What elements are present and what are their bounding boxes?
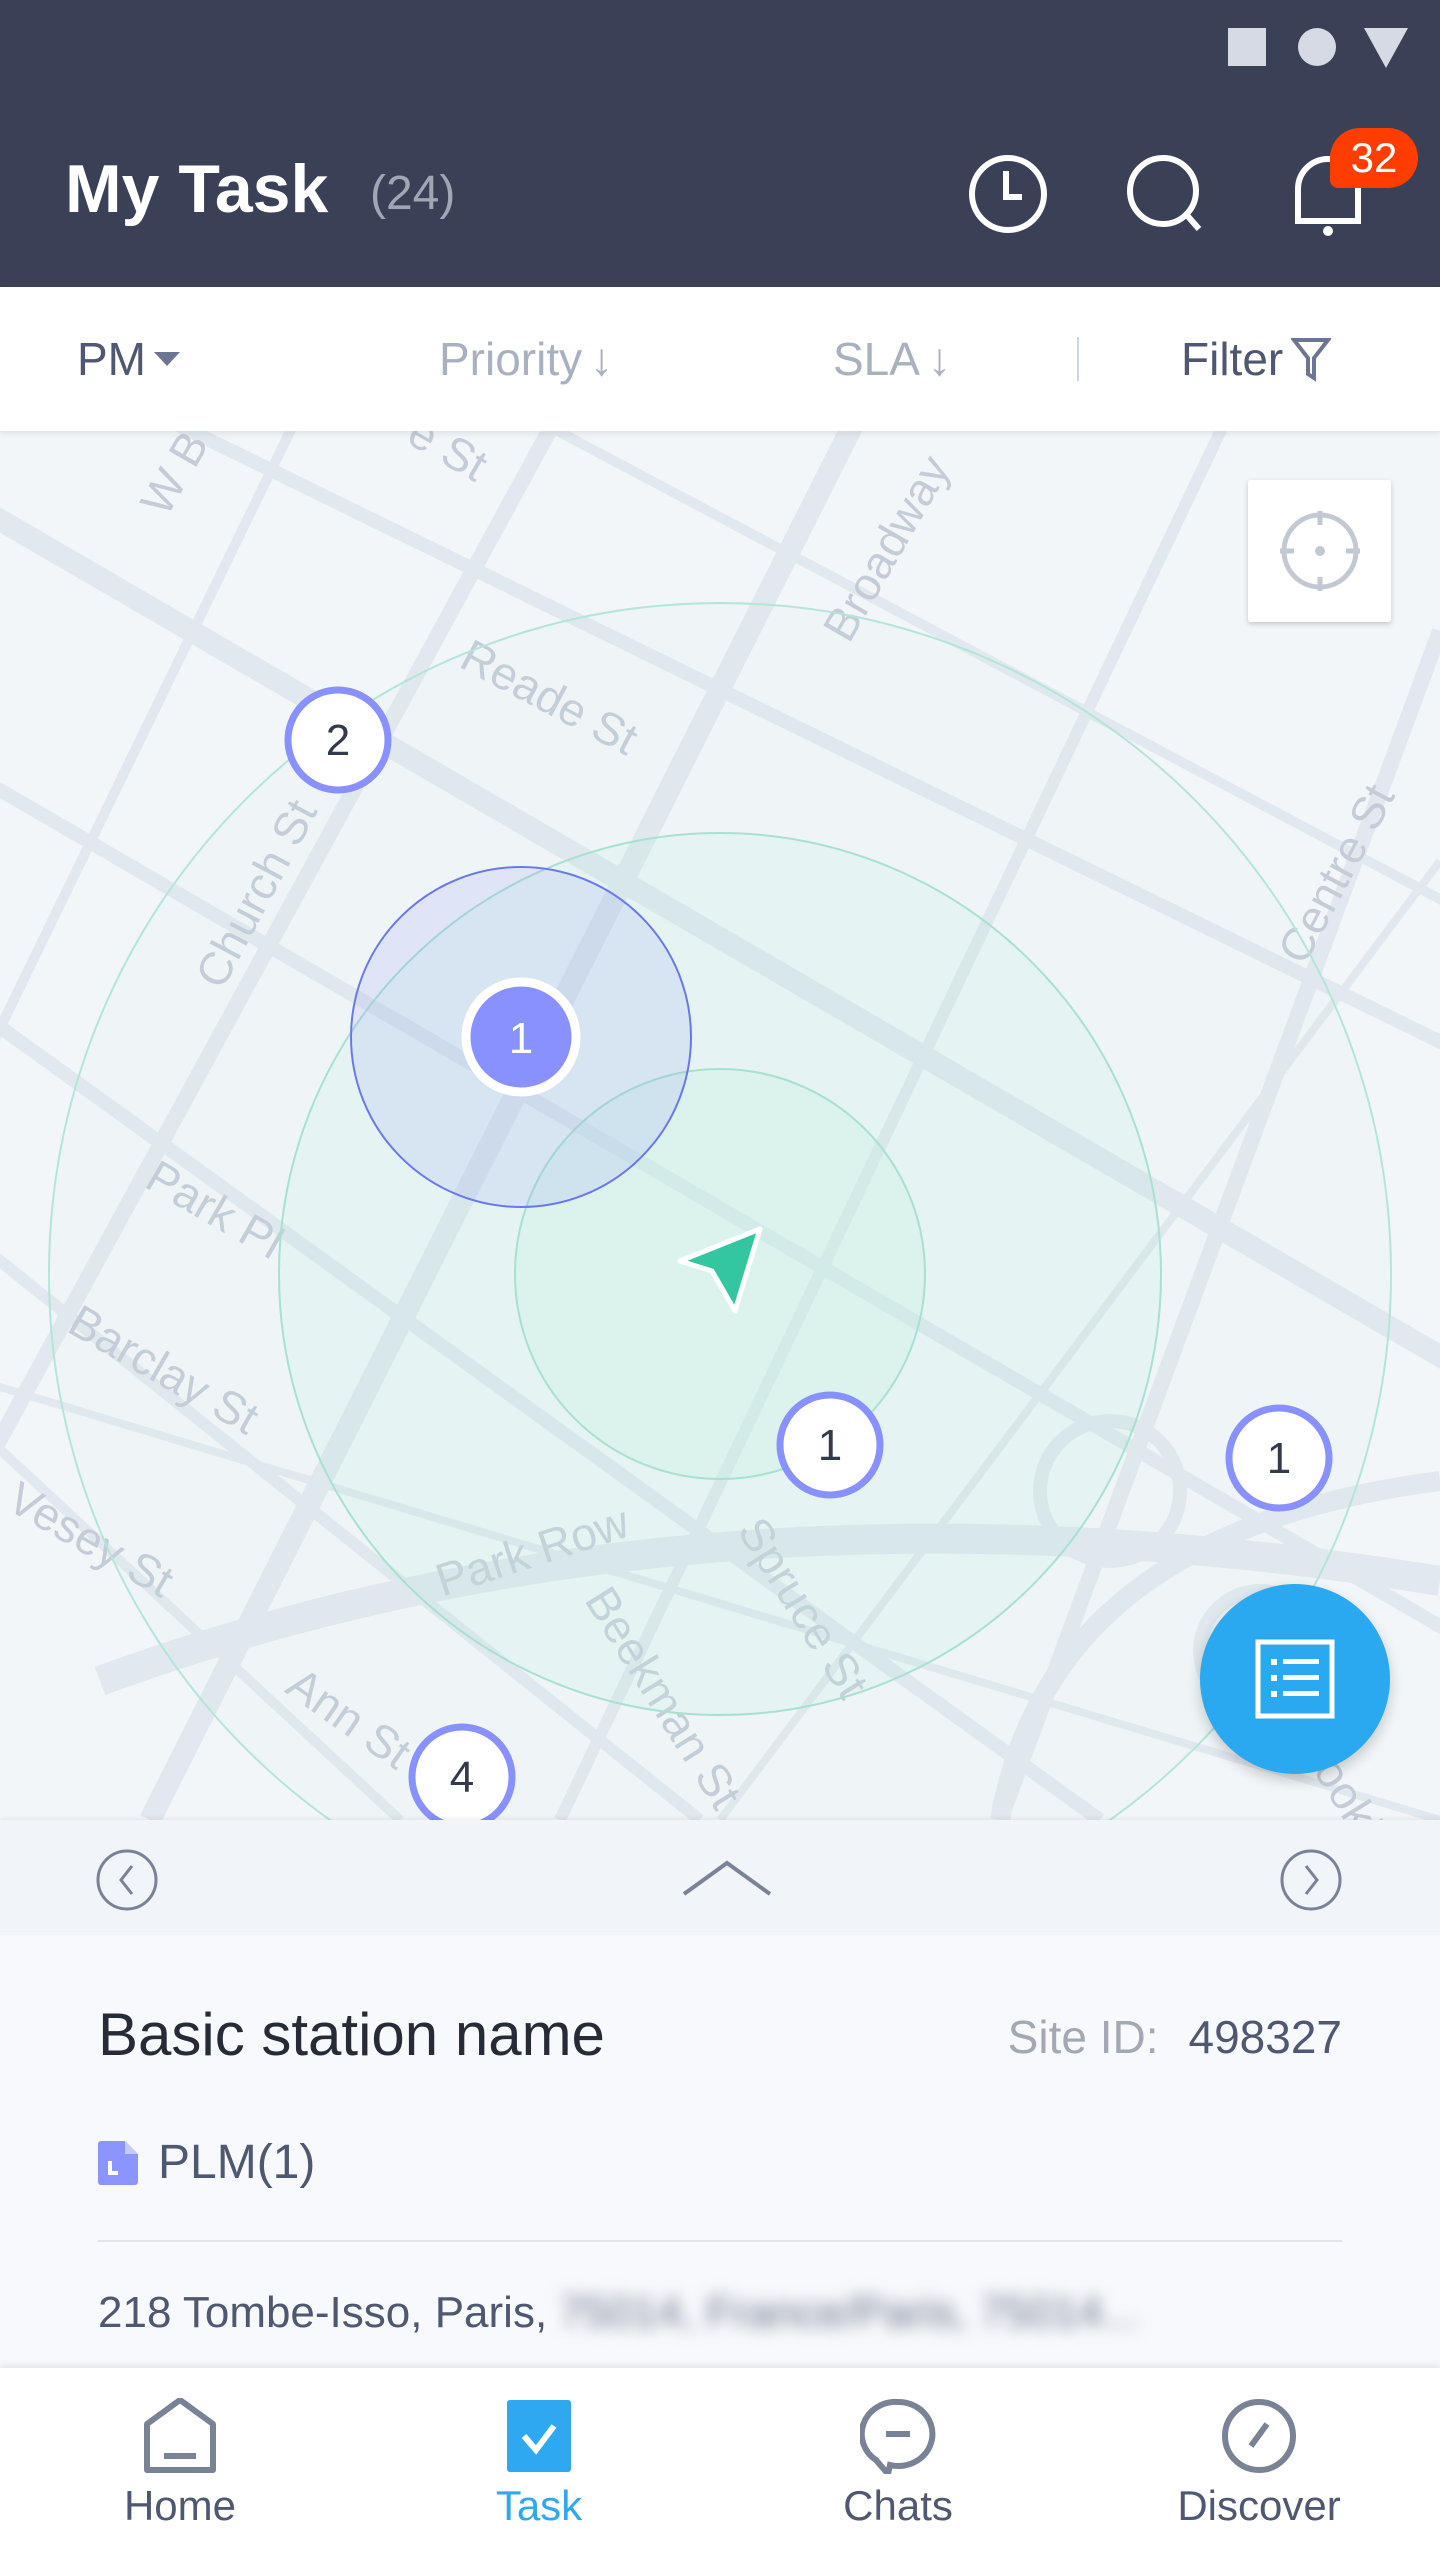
pm-dropdown[interactable]: PM [77,331,180,387]
arrow-down-icon: ↓ [590,333,614,385]
chevron-left-icon[interactable] [95,1848,159,1912]
svg-text:2: 2 [326,716,350,765]
address-blurred: 75014, France/Paris, 75014... [559,2288,1140,2337]
status-square-icon [1228,28,1266,66]
svg-text:4: 4 [450,1753,474,1802]
street-label: W B [130,431,218,524]
tab-label: Chats [843,2482,953,2529]
priority-sort[interactable]: Priority ↓ [439,331,613,387]
notification-badge: 32 [1330,128,1418,188]
cluster-marker[interactable]: 1 [1225,1404,1333,1512]
chevron-right-icon[interactable] [1279,1848,1343,1912]
document-icon [98,2140,138,2185]
site-id: Site ID: 498327 [1008,2010,1342,2064]
sla-sort[interactable]: SLA ↓ [833,331,951,387]
crosshair-icon [1279,511,1360,591]
tab-task[interactable]: Task [409,2368,669,2560]
arrow-down-icon: ↓ [927,333,951,385]
tab-home[interactable]: Home [50,2368,310,2560]
address: 218 Tombe-Isso, Paris, 75014, France/Par… [98,2288,1139,2338]
cluster-marker[interactable]: 4 [408,1723,516,1820]
filter-label: Filter [1181,333,1284,385]
cluster-marker-selected[interactable]: 1 [461,977,581,1097]
sla-label: SLA [833,333,920,385]
divider [1077,337,1079,381]
bottom-nav: Home Task Chats Discover [0,2368,1440,2560]
svg-text:1: 1 [818,1421,842,1470]
tab-label: Task [495,2482,583,2529]
app-header: My Task (24) 32 [0,0,1440,287]
status-circle-icon [1298,28,1336,66]
cluster-marker[interactable]: 2 [284,686,392,794]
tab-label: Home [123,2482,237,2529]
filter-button[interactable]: Filter [1181,331,1332,387]
priority-label: Priority [439,333,583,385]
caret-down-icon [154,352,180,366]
chat-icon [860,2398,936,2474]
list-icon [1255,1639,1335,1719]
task-check-icon [507,2400,571,2472]
page-title: My Task [65,151,329,227]
site-card[interactable]: Basic station name Site ID: 498327 PLM(1)… [0,1935,1440,2368]
tab-discover[interactable]: Discover [1129,2368,1389,2560]
plm-label: PLM(1) [158,2136,316,2189]
street-label: e St [400,431,497,491]
funnel-icon [1291,338,1332,382]
status-triangle-icon [1364,28,1408,68]
pm-label: PM [77,333,146,385]
map-view[interactable]: W B e St Broadway Reade St Church St Cen… [0,431,1440,1820]
locate-me-button[interactable] [1248,480,1391,622]
tab-chats[interactable]: Chats [768,2368,1028,2560]
clock-icon[interactable] [963,149,1053,239]
bottom-sheet-handle [0,1820,1440,1935]
address-text: 218 Tombe-Isso, Paris, [98,2288,548,2337]
cluster-marker[interactable]: 1 [776,1391,884,1499]
svg-text:1: 1 [509,1014,533,1063]
divider [98,2240,1342,2242]
plm-row[interactable]: PLM(1) [98,2135,315,2190]
tab-label: Discover [1177,2482,1341,2529]
svg-text:1: 1 [1267,1434,1291,1483]
task-count: (24) [370,167,456,220]
filter-bar: PM Priority ↓ SLA ↓ Filter [0,287,1440,431]
site-id-label: Site ID: [1007,2011,1159,2063]
compass-icon [1222,2399,1296,2473]
station-name: Basic station name [98,2001,605,2068]
list-view-button[interactable] [1200,1584,1390,1774]
chevron-up-icon[interactable] [680,1858,774,1898]
search-icon[interactable] [1121,149,1211,239]
site-id-value: 498327 [1188,2011,1343,2063]
home-icon [144,2398,216,2473]
